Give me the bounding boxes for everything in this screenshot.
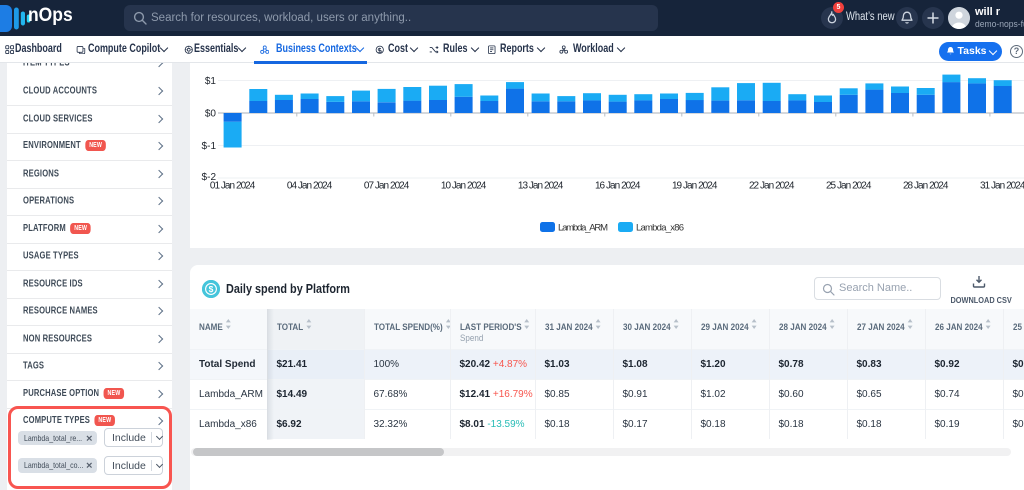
svg-text:$-1: $-1 bbox=[202, 141, 217, 152]
svg-text:$: $ bbox=[209, 284, 214, 294]
svg-text:01 Jan 2024: 01 Jan 2024 bbox=[210, 181, 256, 192]
svg-text:10 Jan 2024: 10 Jan 2024 bbox=[441, 181, 487, 192]
svg-text:07 Jan 2024: 07 Jan 2024 bbox=[364, 181, 410, 192]
svg-text:31 Jan 2024: 31 Jan 2024 bbox=[980, 181, 1024, 192]
svg-text:04 Jan 2024: 04 Jan 2024 bbox=[287, 181, 333, 192]
svg-text:19 Jan 2024: 19 Jan 2024 bbox=[672, 181, 718, 192]
svg-text:Lambda_ARM: Lambda_ARM bbox=[558, 223, 608, 234]
svg-text:$0: $0 bbox=[205, 109, 217, 120]
svg-text:16 Jan 2024: 16 Jan 2024 bbox=[595, 181, 641, 192]
svg-text:Lambda_x86: Lambda_x86 bbox=[636, 223, 684, 234]
svg-text:13 Jan 2024: 13 Jan 2024 bbox=[518, 181, 564, 192]
svg-text:22 Jan 2024: 22 Jan 2024 bbox=[749, 181, 795, 192]
svg-text:$1: $1 bbox=[205, 76, 217, 87]
svg-text:25 Jan 2024: 25 Jan 2024 bbox=[826, 181, 872, 192]
svg-text:28 Jan 2024: 28 Jan 2024 bbox=[903, 181, 949, 192]
